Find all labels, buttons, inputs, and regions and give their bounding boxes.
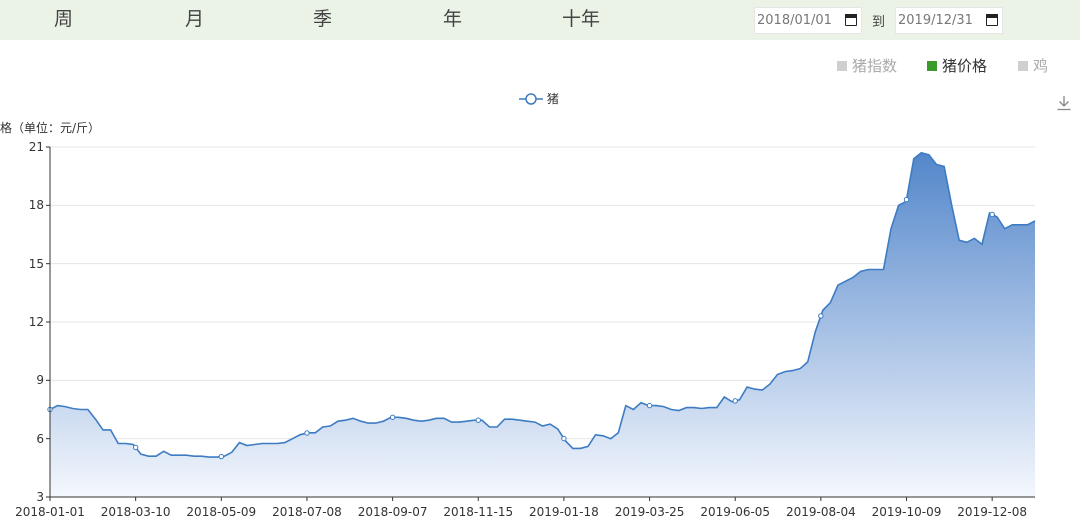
y-tick-label: 3 <box>36 490 44 504</box>
data-point[interactable] <box>218 453 225 460</box>
x-tick-label: 2018-01-01 <box>15 505 85 519</box>
price-area <box>50 152 1035 498</box>
x-tick-label: 2019-10-09 <box>871 505 942 519</box>
x-tick-label: 2019-12-08 <box>957 505 1028 519</box>
x-tick-label: 2018-09-07 <box>357 505 428 519</box>
data-point[interactable] <box>903 196 910 203</box>
data-point[interactable] <box>646 402 653 409</box>
y-tick-label: 12 <box>28 315 44 329</box>
y-tick-label: 9 <box>36 373 44 388</box>
x-tick-label: 2018-11-15 <box>443 505 514 519</box>
y-tick-label: 6 <box>36 431 44 446</box>
x-tick-label: 2018-07-08 <box>272 505 342 519</box>
x-tick-label: 2019-03-25 <box>614 505 685 519</box>
data-point[interactable] <box>475 417 481 423</box>
x-tick-label: 2019-06-05 <box>700 505 771 519</box>
y-tick-label: 15 <box>28 256 44 271</box>
data-point[interactable] <box>818 313 824 319</box>
price-chart <box>46 146 1036 501</box>
y-tick-label: 21 <box>28 140 44 154</box>
y-tick-label: 18 <box>28 198 44 213</box>
data-point[interactable] <box>304 430 310 436</box>
x-tick-label: 2018-03-10 <box>100 505 171 519</box>
data-point[interactable] <box>132 444 139 451</box>
x-tick-label: 2019-01-18 <box>529 505 599 519</box>
x-tick-label: 2019-08-04 <box>785 505 856 519</box>
data-point[interactable] <box>732 398 738 404</box>
data-point[interactable] <box>561 435 567 442</box>
data-point[interactable] <box>989 211 995 218</box>
data-point[interactable] <box>389 414 396 420</box>
x-tick-label: 2018-05-09 <box>186 505 257 519</box>
